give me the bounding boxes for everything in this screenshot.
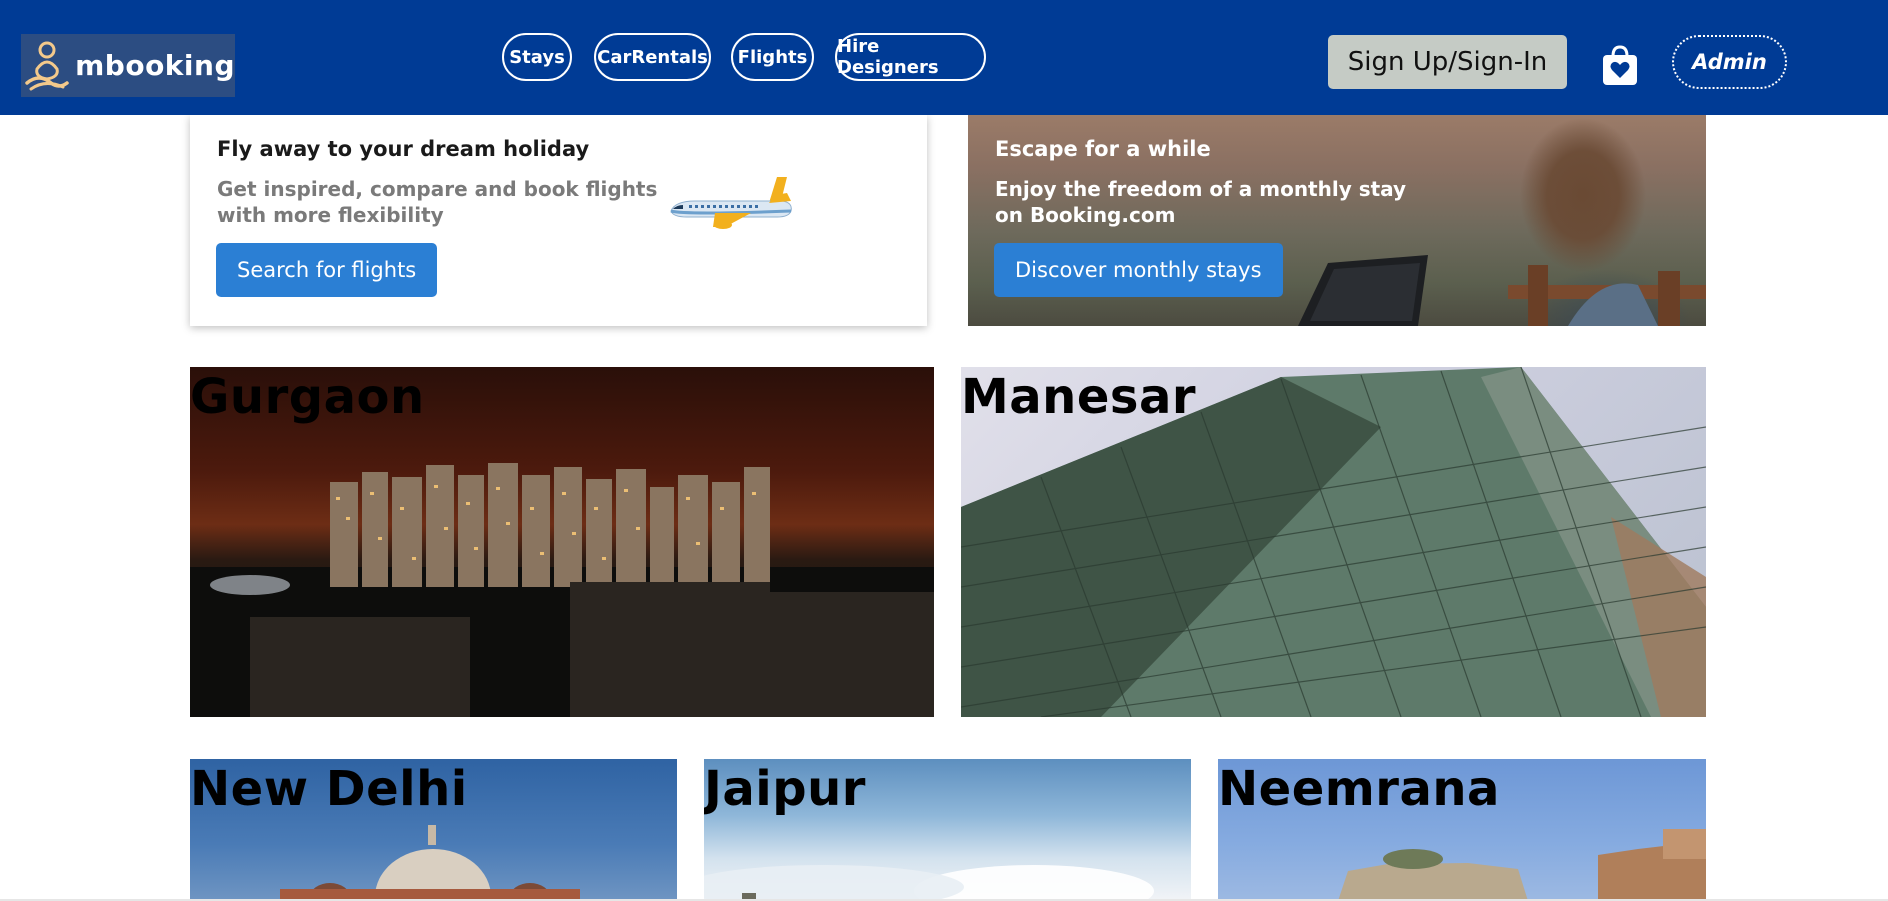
nav-stays[interactable]: Stays	[502, 33, 572, 81]
airplane-illustration	[670, 177, 792, 229]
admin-button[interactable]: Admin	[1672, 35, 1787, 89]
city-tile-new-delhi[interactable]: New Delhi	[190, 759, 677, 901]
brand-name: mbooking	[75, 49, 235, 82]
city-name-manesar: Manesar	[961, 369, 1197, 425]
nav-carrentals[interactable]: CarRentals	[594, 33, 711, 81]
city-tile-jaipur[interactable]: Jaipur	[704, 759, 1191, 901]
logo-meditation-icon	[21, 34, 73, 97]
flights-promo-title: Fly away to your dream holiday	[217, 137, 590, 161]
shopping-bag-heart-icon[interactable]	[1598, 42, 1642, 86]
signin-button[interactable]: Sign Up/Sign-In	[1328, 35, 1567, 89]
city-name-new-delhi: New Delhi	[190, 761, 468, 817]
city-name-neemrana: Neemrana	[1218, 761, 1500, 817]
monthly-stays-promo-card: Escape for a while Enjoy the freedom of …	[968, 115, 1706, 326]
laptop-image	[1298, 255, 1428, 326]
brand-logo[interactable]: mbooking	[21, 34, 235, 97]
bench-image	[1508, 265, 1706, 326]
top-navbar: mbooking Stays CarRentals Flights Hire D…	[0, 0, 1888, 115]
city-tile-gurgaon[interactable]: Gurgaon	[190, 367, 934, 717]
discover-monthly-stays-button[interactable]: Discover monthly stays	[994, 243, 1283, 297]
monthly-promo-subtitle: Enjoy the freedom of a monthly stay on B…	[995, 177, 1407, 227]
nav-flights[interactable]: Flights	[731, 33, 814, 81]
flights-promo-card: Fly away to your dream holiday Get inspi…	[190, 115, 927, 326]
city-name-gurgaon: Gurgaon	[190, 369, 425, 425]
search-flights-button[interactable]: Search for flights	[216, 243, 438, 297]
city-tile-manesar[interactable]: Manesar	[961, 367, 1706, 717]
nav-hire-designers[interactable]: Hire Designers	[835, 33, 986, 81]
flights-promo-subtitle: Get inspired, compare and book flights w…	[217, 177, 658, 227]
monthly-promo-title: Escape for a while	[995, 137, 1211, 161]
city-name-jaipur: Jaipur	[704, 761, 866, 817]
city-tile-neemrana[interactable]: Neemrana	[1218, 759, 1706, 901]
